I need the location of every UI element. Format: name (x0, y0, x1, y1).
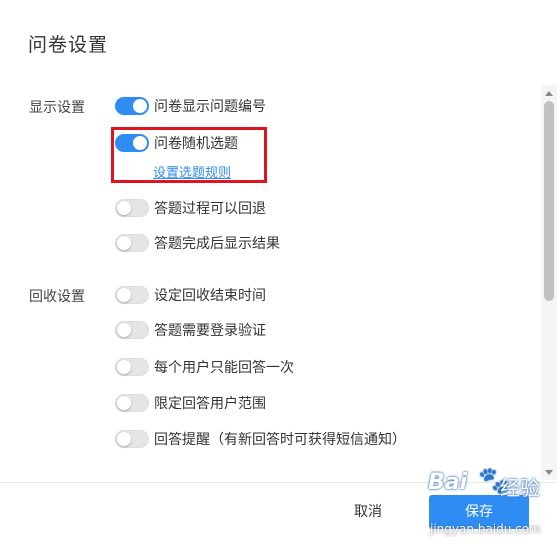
vertical-scrollbar[interactable] (541, 85, 557, 480)
toggle-login-required[interactable] (115, 321, 149, 339)
scroll-thumb[interactable] (544, 101, 554, 301)
settings-content: 显示设置 问卷显示问题编号 问卷随机选题 设置选题规则 答题过程可以回退 答题完… (0, 85, 541, 480)
toggle-knob (117, 288, 131, 302)
toggle-knob (133, 99, 147, 113)
toggle-allow-back[interactable] (115, 199, 149, 217)
setting-label: 限定回答用户范围 (154, 396, 266, 412)
setting-label: 答题过程可以回退 (154, 201, 266, 217)
toggle-knob (117, 396, 131, 410)
toggle-knob (117, 360, 131, 374)
setting-row-reply-reminder: 回答提醒（有新回答时可获得短信通知） (115, 427, 406, 451)
setting-row-allow-back: 答题过程可以回退 (115, 196, 266, 220)
settings-dialog: 问卷设置 显示设置 问卷显示问题编号 问卷随机选题 设置选题规则 答题过程可以回… (0, 0, 557, 549)
toggle-reply-reminder[interactable] (115, 430, 149, 448)
setting-label: 答题完成后显示结果 (154, 236, 280, 252)
section-label-display: 显示设置 (29, 100, 85, 116)
setting-label: 每个用户只能回答一次 (154, 360, 294, 376)
toggle-restrict-users[interactable] (115, 394, 149, 412)
setting-label: 设定回收结束时间 (154, 288, 266, 304)
toggle-knob (117, 432, 131, 446)
setting-row-show-result: 答题完成后显示结果 (115, 231, 280, 255)
toggle-once-per-user[interactable] (115, 358, 149, 376)
toggle-knob (117, 236, 131, 250)
setting-row-show-question-number: 问卷显示问题编号 (115, 94, 266, 118)
toggle-show-result[interactable] (115, 234, 149, 252)
scroll-up-arrow-icon[interactable] (545, 91, 553, 96)
scroll-down-arrow-icon[interactable] (545, 470, 553, 475)
setting-row-login-required: 答题需要登录验证 (115, 318, 266, 342)
toggle-end-time[interactable] (115, 286, 149, 304)
setting-label: 答题需要登录验证 (154, 323, 266, 339)
cancel-button[interactable]: 取消 (332, 495, 404, 529)
highlight-box (111, 127, 267, 183)
setting-label: 回答提醒（有新回答时可获得短信通知） (154, 432, 406, 448)
setting-label: 问卷显示问题编号 (154, 99, 266, 115)
setting-row-restrict-users: 限定回答用户范围 (115, 391, 266, 415)
dialog-footer: 取消 保存 (0, 482, 557, 550)
toggle-show-question-number[interactable] (115, 97, 149, 115)
save-button[interactable]: 保存 (429, 495, 529, 529)
setting-row-end-time: 设定回收结束时间 (115, 283, 266, 307)
toggle-knob (117, 201, 131, 215)
section-label-collection: 回收设置 (29, 289, 85, 305)
dialog-title: 问卷设置 (28, 34, 109, 56)
setting-row-once-per-user: 每个用户只能回答一次 (115, 355, 294, 379)
toggle-knob (117, 323, 131, 337)
